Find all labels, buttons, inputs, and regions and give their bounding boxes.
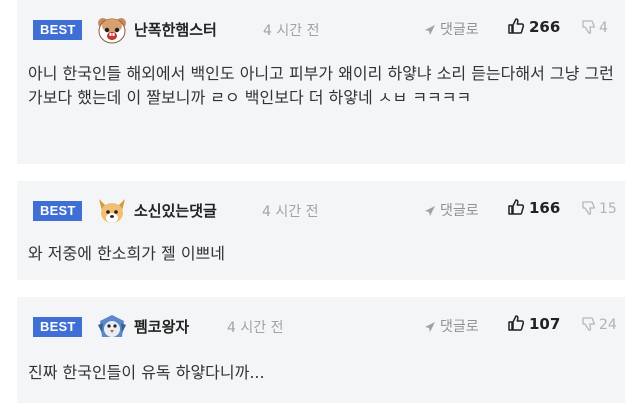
comment-meta: BEST 난폭한햄스터 4 시간 전 댓글로 266 4 — [17, 14, 625, 46]
thumbs-down-icon — [582, 201, 596, 215]
dog-avatar-icon[interactable] — [96, 195, 128, 227]
like-button[interactable]: 266 — [507, 17, 560, 36]
reply-button[interactable]: 댓글로 — [424, 200, 479, 220]
comment-text: 진짜 한국인들이 유독 하얗다니까... — [28, 363, 265, 382]
dislike-button[interactable]: 24 — [582, 316, 617, 333]
reply-button[interactable]: 댓글로 — [424, 19, 479, 39]
timestamp: 4 시간 전 — [262, 204, 319, 220]
timestamp: 4 시간 전 — [227, 320, 284, 336]
best-badge: BEST — [33, 201, 83, 221]
dislike-count: 24 — [599, 317, 617, 333]
comment-text: 아니 한국인들 해외에서 백인도 아니고 피부가 왜이리 하얗냐 소리 듣는다해… — [28, 64, 614, 107]
dislike-button[interactable]: 4 — [582, 19, 608, 36]
best-badge: BEST — [33, 317, 83, 337]
nickname[interactable]: 난폭한햄스터 — [134, 19, 217, 40]
like-count: 166 — [529, 199, 561, 217]
hamster-avatar-icon[interactable] — [96, 14, 128, 46]
dislike-button[interactable]: 15 — [582, 200, 617, 217]
comment-card: BEST 난폭한햄스터 4 시간 전 댓글로 266 4 아니 한국인들 해외에… — [17, 0, 625, 164]
dislike-count: 4 — [599, 20, 608, 36]
thumbs-up-icon — [508, 18, 525, 34]
thumbs-down-icon — [582, 317, 596, 331]
reply-button[interactable]: 댓글로 — [424, 316, 479, 336]
reply-label: 댓글로 — [440, 22, 479, 38]
nickname[interactable]: 펨코왕자 — [134, 316, 189, 337]
reply-label: 댓글로 — [440, 319, 479, 335]
comment-meta: BEST 펨코왕자 4 시간 전 댓글로 107 24 — [17, 311, 625, 343]
dislike-count: 15 — [599, 201, 617, 217]
comment-card: BEST 펨코왕자 4 시간 전 댓글로 107 24 진짜 한국인들이 유독 … — [17, 297, 625, 403]
like-button[interactable]: 166 — [507, 198, 560, 217]
reply-label: 댓글로 — [440, 203, 479, 219]
thumbs-up-icon — [508, 199, 525, 215]
send-icon — [425, 25, 435, 35]
send-icon — [425, 322, 435, 332]
timestamp: 4 시간 전 — [263, 23, 320, 39]
penguin-avatar-icon[interactable] — [96, 311, 128, 343]
thumbs-down-icon — [582, 20, 596, 34]
comment-text: 와 저중에 한소희가 젤 이쁘네 — [28, 244, 225, 263]
send-icon — [425, 206, 435, 216]
like-count: 107 — [529, 315, 561, 333]
nickname[interactable]: 소신있는댓글 — [134, 200, 217, 221]
like-button[interactable]: 107 — [507, 314, 560, 333]
best-badge: BEST — [33, 20, 83, 40]
thumbs-up-icon — [508, 315, 525, 331]
comment-card: BEST 소신있는댓글 4 시간 전 댓글로 166 15 와 저중에 한소희가… — [17, 181, 625, 280]
like-count: 266 — [529, 18, 561, 36]
comment-meta: BEST 소신있는댓글 4 시간 전 댓글로 166 15 — [17, 195, 625, 227]
